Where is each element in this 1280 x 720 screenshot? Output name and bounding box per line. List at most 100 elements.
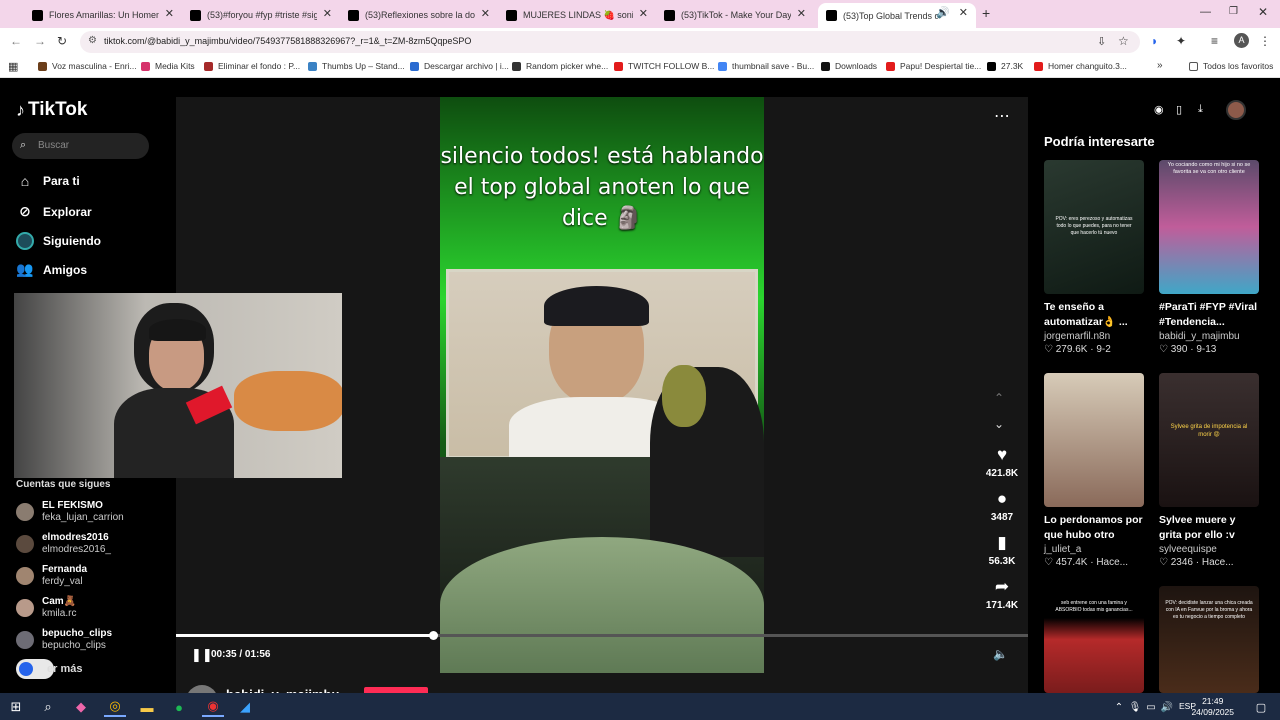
browser-tab-active[interactable]: (53)Top Global Trends de G 🔊 ✕ <box>818 3 976 28</box>
browser-tab[interactable]: (53)TikTok - Make Your Day ✕ <box>656 4 814 26</box>
reload-icon[interactable]: ↻ <box>57 34 67 48</box>
blanket <box>440 537 764 673</box>
bookmark-favicon-icon <box>512 61 521 71</box>
nav-item-para-ti[interactable]: ⌂ Para ti <box>16 173 80 189</box>
video-progress-handle[interactable] <box>429 631 439 640</box>
extensions-puzzle-icon[interactable]: ✦ <box>1176 34 1186 48</box>
apps-grid-icon[interactable]: ▦ <box>8 60 18 73</box>
browser-tab[interactable]: (53)#foryou #fyp #triste #sigue ✕ <box>182 4 340 26</box>
bookmark-item[interactable]: Thumbs Up – Stand... <box>308 61 405 71</box>
volume-tray-icon[interactable]: 🔊 <box>1156 697 1178 717</box>
close-tab-icon[interactable]: ✕ <box>639 7 648 20</box>
bookmark-item[interactable]: 27.3K <box>987 61 1023 71</box>
file-explorer-icon[interactable]: ▬ <box>136 697 158 717</box>
download-icon[interactable]: ⤓ <box>1198 103 1203 116</box>
see-more-link[interactable]: er más <box>47 663 82 675</box>
bookmark-item[interactable]: thumbnail save - Bu... <box>718 61 814 71</box>
volume-icon[interactable]: 🔈 <box>993 647 1008 661</box>
bookmark-favicon-icon <box>987 61 996 71</box>
search-input[interactable]: ⌕ Buscar <box>12 133 149 159</box>
browser-tab[interactable]: Flores Amarillas: Un Homenaje ✕ <box>24 4 182 26</box>
search-icon: ⌕ <box>20 139 27 151</box>
following-account[interactable]: elmodres2016 elmodres2016_ <box>16 531 166 557</box>
bookmark-item[interactable]: Voz masculina - Enri... <box>38 61 137 71</box>
bookmark-item[interactable]: TWITCH FOLLOW B... <box>614 61 714 71</box>
profile-avatar[interactable]: A <box>1234 33 1249 48</box>
bookmark-item[interactable]: Papu! Despiertal tie... <box>886 61 981 71</box>
avatar <box>16 567 34 585</box>
all-bookmarks-folder[interactable]: Todos los favoritos <box>1189 61 1273 71</box>
nav-item-explorar[interactable]: ⊘ Explorar <box>16 203 92 220</box>
browser-menu-icon[interactable]: ⋮ <box>1259 34 1271 48</box>
video-progress-bar[interactable] <box>176 631 1028 640</box>
bookmark-item[interactable]: Downloads <box>821 61 877 71</box>
next-video-icon[interactable]: ⌄ <box>994 417 1004 431</box>
nav-item-amigos[interactable]: 👥 Amigos <box>16 261 87 278</box>
heart-icon: ♥ <box>996 445 1008 464</box>
user-avatar[interactable] <box>1226 100 1246 120</box>
previous-video-icon[interactable]: ⌃ <box>994 391 1004 405</box>
nav-item-siguiendo[interactable]: Siguiendo <box>16 232 101 250</box>
windows-start-icon[interactable]: ⊞ <box>5 697 27 717</box>
tiktok-favicon-icon <box>32 9 43 21</box>
like-button[interactable]: ♥ 421.8K <box>982 445 1022 479</box>
close-window-icon[interactable]: ✕ <box>1258 5 1268 19</box>
chrome-icon[interactable]: ◎ <box>104 697 126 717</box>
browser-tab[interactable]: MUJERES LINDAS 🍓 sonido o ✕ <box>498 4 656 26</box>
close-tab-icon[interactable]: ✕ <box>959 6 968 19</box>
minimize-window-icon[interactable]: — <box>1200 6 1211 18</box>
following-account[interactable]: Cam🧸 kmila.rc <box>16 595 166 621</box>
phone-icon[interactable]: ▯ <box>1176 103 1182 116</box>
suggested-card[interactable]: Lo perdonamos por que hubo otro rega... … <box>1044 373 1144 568</box>
forward-arrow-icon[interactable]: → <box>34 34 46 48</box>
app-icon[interactable]: ◢ <box>234 697 256 717</box>
url-input[interactable]: ⚙ tiktok.com/@babidi_y_majimbu/video/754… <box>80 31 1140 53</box>
system-clock[interactable]: 21:49 24/09/2025 <box>1191 696 1234 718</box>
notifications-icon[interactable]: ▢ <box>1250 697 1272 717</box>
suggested-card[interactable]: POV: eres perezoso y automatizas todo lo… <box>1044 160 1144 355</box>
new-tab-button[interactable]: + <box>982 5 990 21</box>
pause-icon[interactable]: ❚❚ <box>191 647 213 663</box>
video-frame[interactable]: silencio todos! está hablando el top glo… <box>440 97 764 673</box>
close-tab-icon[interactable]: ✕ <box>323 7 332 20</box>
tiktok-logo[interactable]: ♪ TikTok <box>16 99 87 121</box>
close-tab-icon[interactable]: ✕ <box>481 7 490 20</box>
more-bookmarks-chevron-icon[interactable]: » <box>1157 60 1163 71</box>
browser-tab[interactable]: (53)Reflexiones sobre la doble ✕ <box>340 4 498 26</box>
more-options-icon[interactable]: ⋯ <box>994 106 1010 126</box>
share-button[interactable]: ➦ 171.4K <box>982 577 1022 611</box>
comment-button[interactable]: ● 3487 <box>982 489 1022 523</box>
copilot-icon[interactable]: ◆ <box>70 697 92 717</box>
suggested-card[interactable]: Yo cociando como mi hijo si no se favori… <box>1159 160 1259 355</box>
taskbar-search-icon[interactable]: ⌕ <box>37 697 59 717</box>
folder-icon <box>1189 61 1198 71</box>
speaker-icon[interactable]: 🔊 <box>936 6 950 19</box>
back-arrow-icon[interactable]: ← <box>10 34 22 48</box>
bookmark-item[interactable]: Media Kits <box>141 61 195 71</box>
bookmark-favicon-icon <box>38 61 47 71</box>
close-tab-icon[interactable]: ✕ <box>797 7 806 20</box>
suggested-card[interactable]: Sylvee grita de impotencia al morir 😡 Sy… <box>1159 373 1259 568</box>
install-app-icon[interactable]: ⇩ <box>1097 35 1106 48</box>
close-tab-icon[interactable]: ✕ <box>165 7 174 20</box>
media-controls-icon[interactable]: ≡ <box>1211 34 1218 48</box>
following-account[interactable]: EL FEKISMO feka_lujan_carrion <box>16 499 166 525</box>
bookmark-item[interactable]: Homer changuito.3... <box>1034 61 1127 71</box>
site-info-icon[interactable]: ⚙ <box>88 35 97 46</box>
following-account[interactable]: Fernanda ferdy_val <box>16 563 166 589</box>
plush-toys <box>234 371 342 431</box>
obs-icon[interactable]: ◉ <box>202 697 224 717</box>
bookmark-icon: ▮ <box>997 533 1007 552</box>
suggested-card[interactable]: seb entrene con una famina y ABSORBIO to… <box>1044 586 1144 693</box>
bookmark-item[interactable]: Random picker whe... <box>512 61 608 71</box>
save-button[interactable]: ▮ 56.3K <box>982 533 1022 567</box>
bookmark-item[interactable]: Descargar archivo | i... <box>410 61 509 71</box>
spotify-icon[interactable]: ● <box>168 697 190 717</box>
suggested-card[interactable]: POV: decidiste lanzar una chica creada c… <box>1159 586 1259 693</box>
restore-window-icon[interactable]: ❐ <box>1229 6 1238 17</box>
live-icon[interactable]: ◉ <box>1154 103 1164 116</box>
bookmark-star-icon[interactable]: ☆ <box>1118 34 1129 48</box>
extension-icon[interactable]: ◗ <box>1151 34 1158 48</box>
bookmark-item[interactable]: Eliminar el fondo : P... <box>204 61 300 71</box>
following-account[interactable]: bepucho_clips bepucho_clips <box>16 627 166 653</box>
